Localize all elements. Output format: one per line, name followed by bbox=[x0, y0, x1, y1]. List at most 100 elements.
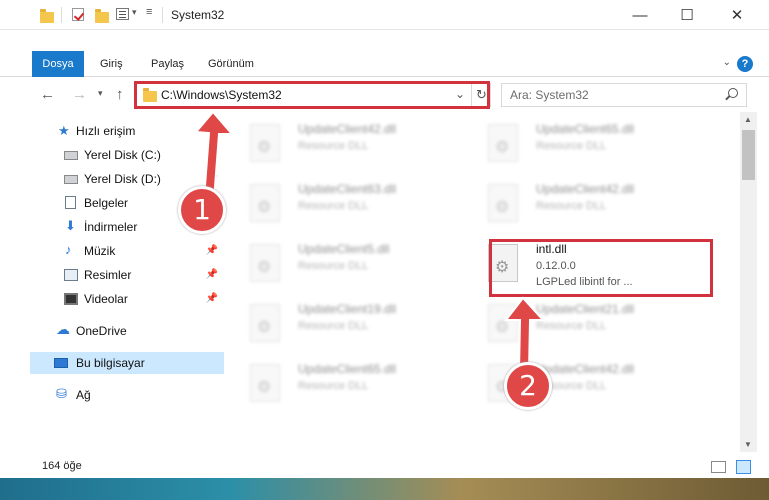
folder-icon[interactable] bbox=[40, 9, 54, 23]
address-path[interactable]: C:\Windows\System32 bbox=[161, 88, 282, 102]
maximize-button[interactable]: ☐ bbox=[664, 0, 710, 30]
vertical-scrollbar[interactable]: ▲ ▼ bbox=[740, 112, 757, 452]
scroll-up-icon[interactable]: ▲ bbox=[744, 115, 752, 124]
nav-label: Belgeler bbox=[84, 196, 129, 210]
tab-file[interactable]: Dosya bbox=[32, 51, 84, 77]
file-name: UpdateClient42.dll bbox=[536, 182, 635, 196]
scroll-down-icon[interactable]: ▼ bbox=[744, 440, 752, 449]
pin-icon[interactable]: 📌 bbox=[206, 293, 218, 304]
file-description: Resource DLL bbox=[536, 200, 607, 212]
nav-label: Müzik bbox=[84, 244, 116, 258]
address-bar[interactable]: C:\Windows\System32 ⌄ ↻ bbox=[136, 83, 491, 107]
help-icon[interactable]: ? bbox=[737, 56, 753, 72]
tab-share[interactable]: Paylaş bbox=[139, 51, 196, 77]
quick-access-menu-icon[interactable]: ≡ bbox=[146, 6, 152, 18]
separator bbox=[162, 7, 163, 23]
documents-icon bbox=[65, 196, 76, 209]
nav-label: Resimler bbox=[84, 268, 132, 282]
nav-label: İndirmeler bbox=[84, 220, 138, 234]
file-tile[interactable]: UpdateClient21.dll Resource DLL bbox=[462, 298, 692, 354]
customize-icon[interactable] bbox=[116, 8, 129, 20]
nav-label: Bu bilgisayar bbox=[76, 356, 145, 370]
network-icon: ⛁ bbox=[56, 386, 67, 401]
cloud-icon: ☁ bbox=[56, 321, 70, 337]
desktop-background bbox=[0, 478, 769, 500]
status-bar: 164 öğe bbox=[0, 455, 769, 477]
details-view-icon[interactable] bbox=[711, 461, 726, 473]
nav-quick-access[interactable]: ★ Hızlı erişim bbox=[0, 120, 224, 142]
search-box[interactable]: Ara: System32 bbox=[501, 83, 747, 107]
drive-icon bbox=[64, 151, 78, 160]
pin-icon[interactable]: 📌 bbox=[206, 269, 218, 280]
nav-item-pictures[interactable]: Resimler 📌 bbox=[0, 264, 224, 286]
nav-network[interactable]: ⛁ Ağ bbox=[0, 384, 224, 406]
computer-icon bbox=[54, 358, 68, 368]
dll-file-icon bbox=[488, 304, 518, 342]
address-row: ← → ▾ ↑ C:\Windows\System32 ⌄ ↻ Ara: Sys… bbox=[0, 80, 769, 112]
up-arrow-icon[interactable]: ↑ bbox=[116, 86, 124, 103]
nav-item-disk-d[interactable]: Yerel Disk (D:) 📌 bbox=[0, 168, 224, 190]
navigation-pane: ★ Hızlı erişim Yerel Disk (C:) 📌 Yerel D… bbox=[0, 112, 224, 452]
file-tile[interactable]: UpdateClient42.dll Resource DLL bbox=[462, 178, 692, 234]
file-name: UpdateClient63.dll bbox=[298, 182, 397, 196]
file-tile[interactable]: UpdateClient5.dll Resource DLL bbox=[224, 238, 454, 294]
file-name: UpdateClient21.dll bbox=[536, 302, 635, 316]
large-icons-view-icon[interactable] bbox=[736, 460, 751, 474]
dll-file-icon bbox=[250, 304, 280, 342]
file-tile[interactable]: UpdateClient19.dll Resource DLL bbox=[224, 298, 454, 354]
tab-view[interactable]: Görünüm bbox=[196, 51, 266, 77]
dll-file-icon bbox=[250, 124, 280, 162]
back-arrow-icon[interactable]: ← bbox=[40, 86, 55, 103]
new-folder-icon[interactable] bbox=[95, 9, 109, 23]
nav-item-disk-c[interactable]: Yerel Disk (C:) 📌 bbox=[0, 144, 224, 166]
dll-file-icon bbox=[488, 124, 518, 162]
dll-file-icon bbox=[250, 184, 280, 222]
refresh-icon[interactable]: ↻ bbox=[471, 84, 491, 106]
file-description: Resource DLL bbox=[298, 380, 369, 392]
scroll-thumb[interactable] bbox=[742, 130, 755, 180]
pin-icon[interactable]: 📌 bbox=[206, 149, 218, 160]
minimize-button[interactable]: — bbox=[617, 0, 663, 30]
file-tile[interactable]: UpdateClient42.dll Resource DLL bbox=[462, 358, 692, 414]
downloads-icon: ⬇ bbox=[65, 218, 76, 233]
tab-home[interactable]: Giriş bbox=[88, 51, 135, 77]
nav-item-music[interactable]: ♪ Müzik 📌 bbox=[0, 240, 224, 262]
recent-locations-icon[interactable]: ▾ bbox=[98, 88, 103, 99]
file-tile[interactable]: UpdateClient42.dll Resource DLL bbox=[224, 118, 454, 174]
file-name: UpdateClient42.dll bbox=[298, 122, 397, 136]
nav-label: Ağ bbox=[76, 388, 91, 402]
dll-file-icon bbox=[250, 244, 280, 282]
nav-label: Yerel Disk (C:) bbox=[84, 148, 161, 162]
file-name: UpdateClient42.dll bbox=[536, 362, 635, 376]
drive-icon bbox=[64, 175, 78, 184]
file-description: Resource DLL bbox=[298, 260, 369, 272]
file-description: Resource DLL bbox=[536, 320, 607, 332]
pin-icon[interactable]: 📌 bbox=[206, 245, 218, 256]
file-tile[interactable]: UpdateClient63.dll Resource DLL bbox=[224, 178, 454, 234]
step-2-badge: 2 bbox=[504, 362, 552, 410]
file-tile[interactable]: UpdateClient65.dll Resource DLL bbox=[224, 358, 454, 414]
chevron-down-icon[interactable]: ▾ bbox=[132, 7, 137, 18]
nav-item-videos[interactable]: Videolar 📌 bbox=[0, 288, 224, 310]
chevron-down-icon[interactable]: ⌄ bbox=[455, 87, 465, 101]
nav-label: Videolar bbox=[84, 292, 128, 306]
forward-arrow-icon[interactable]: → bbox=[72, 86, 87, 103]
properties-check-icon[interactable] bbox=[72, 8, 84, 21]
dll-file-icon bbox=[250, 364, 280, 402]
file-name: UpdateClient65.dll bbox=[298, 362, 397, 376]
pictures-icon bbox=[64, 269, 78, 281]
file-tile[interactable]: UpdateClient65.dll Resource DLL bbox=[462, 118, 692, 174]
file-list: UpdateClient42.dll Resource DLL UpdateCl… bbox=[224, 112, 740, 452]
search-input[interactable]: Ara: System32 bbox=[510, 88, 589, 102]
search-icon[interactable] bbox=[728, 88, 738, 98]
nav-onedrive[interactable]: ☁ OneDrive bbox=[0, 320, 224, 342]
star-icon: ★ bbox=[58, 123, 70, 138]
expand-ribbon-icon[interactable]: ⌄ bbox=[723, 57, 731, 68]
music-icon: ♪ bbox=[65, 242, 72, 257]
nav-this-pc[interactable]: Bu bilgisayar bbox=[30, 352, 224, 374]
window-title: System32 bbox=[171, 8, 225, 22]
file-name: UpdateClient5.dll bbox=[298, 242, 390, 256]
close-button[interactable]: ✕ bbox=[714, 0, 760, 30]
pin-icon[interactable]: 📌 bbox=[206, 173, 218, 184]
dll-file-icon bbox=[488, 184, 518, 222]
